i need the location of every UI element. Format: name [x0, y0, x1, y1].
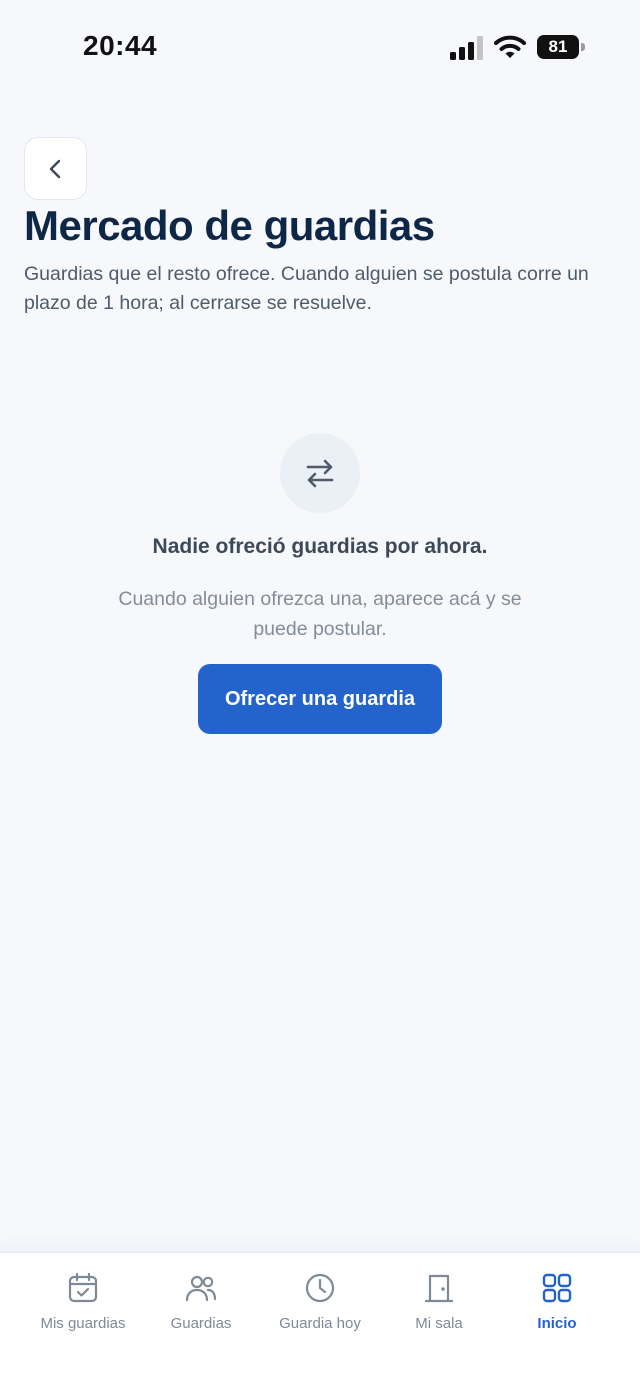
swap-arrows-icon: [306, 459, 334, 488]
status-bar: 20:44 81: [0, 0, 640, 96]
nav-label: Mis guardias: [40, 1315, 126, 1332]
nav-item-mis-guardias[interactable]: Mis guardias: [19, 1271, 147, 1351]
calendar-check-icon: [68, 1272, 98, 1303]
battery-level: 81: [537, 35, 579, 59]
wifi-icon: [494, 35, 526, 58]
empty-state-title: Nadie ofreció guardias por ahora.: [152, 535, 488, 558]
bottom-nav: Mis guardias Guardias Guardia hoy Mi sal…: [0, 1252, 640, 1390]
battery-icon: 81: [537, 35, 585, 59]
clock-icon: [305, 1273, 335, 1303]
nav-item-inicio[interactable]: Inicio: [493, 1271, 621, 1351]
signal-icon: [450, 36, 483, 60]
screen: 20:44 81 Mercado de guardias Guardias qu…: [0, 0, 640, 1390]
nav-item-guardias[interactable]: Guardias: [137, 1271, 265, 1351]
nav-label: Mi sala: [415, 1315, 463, 1332]
nav-item-guardia-hoy[interactable]: Guardia hoy: [256, 1271, 384, 1351]
battery-tip: [581, 43, 585, 51]
grid-icon: [542, 1273, 572, 1303]
nav-item-mi-sala[interactable]: Mi sala: [375, 1271, 503, 1351]
nav-label: Guardias: [170, 1315, 232, 1332]
offer-shift-button[interactable]: Ofrecer una guardia: [198, 664, 442, 734]
page-subtitle: Guardias que el resto ofrece. Cuando alg…: [24, 263, 589, 314]
chevron-left-icon: [49, 159, 60, 178]
nav-label: Guardia hoy: [279, 1315, 361, 1332]
nav-label: Inicio: [537, 1315, 577, 1332]
back-button[interactable]: [24, 137, 87, 200]
page-title: Mercado de guardias: [24, 202, 435, 249]
users-icon: [185, 1275, 217, 1302]
door-icon: [424, 1274, 454, 1303]
empty-state-description: Cuando alguien ofrezca una, aparece acá …: [118, 588, 522, 640]
empty-state-icon-container: [280, 433, 360, 513]
status-time: 20:44: [83, 30, 158, 61]
